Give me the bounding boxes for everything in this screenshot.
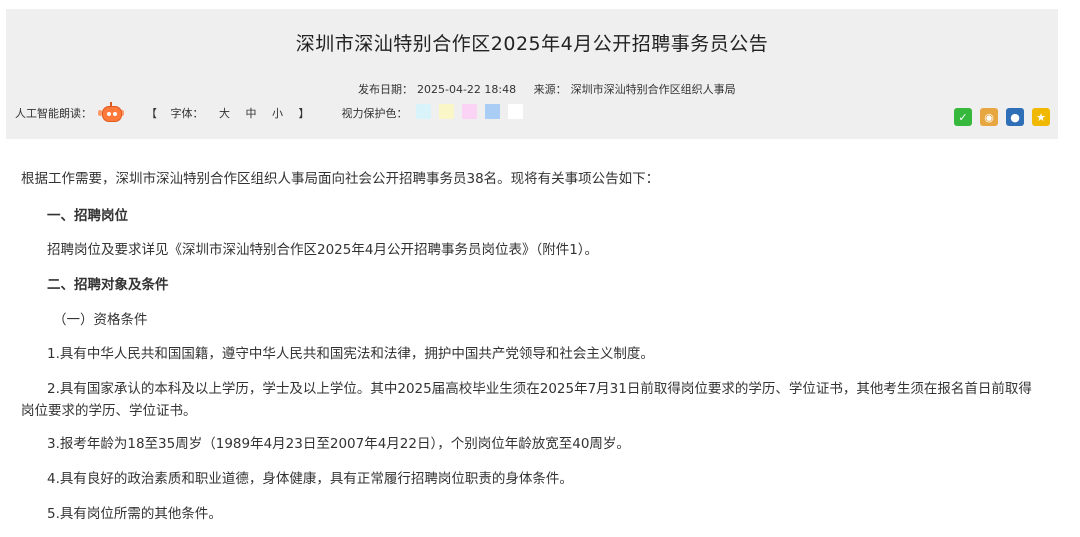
font-size-controls: 【 字体： 大 中 小 】 — [146, 105, 322, 121]
intro-paragraph: 根据工作需要，深圳市深汕特别合作区组织人事局面向社会公开招聘事务员38名。现将有… — [21, 171, 660, 187]
subsection-qualification: （一）资格条件 — [53, 312, 148, 328]
font-small-button[interactable]: 小 — [272, 107, 283, 120]
color-swatch-2[interactable] — [438, 104, 454, 119]
font-label: 字体： — [170, 107, 204, 120]
publish-date: 2025-04-22 18:48 — [417, 83, 517, 96]
positions-paragraph: 招聘岗位及要求详见《深圳市深汕特别合作区2025年4月公开招聘事务员岗位表》（附… — [47, 242, 599, 258]
vision-protect-label: 视力保护色： — [341, 107, 408, 120]
ai-read-label: 人工智能朗读： — [15, 107, 92, 120]
article-meta: 发布日期： 2025-04-22 18:48 来源： 深圳市深汕特别合作区组织人事局 — [358, 81, 740, 97]
color-swatch-1[interactable] — [415, 104, 431, 119]
weibo-icon[interactable]: ◉ — [980, 108, 998, 126]
condition-3: 3.报考年龄为18至35周岁（1989年4月23日至2007年4月22日），个别… — [47, 436, 630, 452]
condition-4: 4.具有良好的政治素质和职业道德，身体健康，具有正常履行招聘岗位职责的身体条件。 — [47, 471, 573, 487]
qq-icon[interactable]: ● — [1006, 108, 1024, 126]
reading-toolbar: 人工智能朗读： 【 字体： 大 中 小 】 视力保护色： — [15, 102, 523, 124]
color-swatch-group — [408, 104, 523, 122]
share-bar: ✓ ◉ ● ★ — [954, 108, 1050, 126]
bracket-open: 【 — [146, 107, 157, 120]
color-swatch-3[interactable] — [461, 104, 477, 119]
source-label: 来源： — [533, 83, 567, 96]
font-large-button[interactable]: 大 — [219, 107, 230, 120]
font-medium-button[interactable]: 中 — [246, 107, 257, 120]
section-heading-positions: 一、招聘岗位 — [47, 208, 128, 224]
condition-1: 1.具有中华人民共和国国籍，遵守中华人民共和国宪法和法律，拥护中国共产党领导和社… — [47, 346, 654, 362]
condition-5: 5.具有岗位所需的其他条件。 — [47, 506, 222, 522]
robot-reader-icon[interactable] — [98, 102, 124, 124]
color-swatch-5[interactable] — [507, 104, 523, 119]
condition-2: 2.具有国家承认的本科及以上学历，学士及以上学位。其中2025届高校毕业生须在2… — [21, 381, 1032, 419]
qzone-icon[interactable]: ★ — [1032, 108, 1050, 126]
source-name: 深圳市深汕特别合作区组织人事局 — [570, 83, 736, 96]
wechat-icon[interactable]: ✓ — [954, 108, 972, 126]
color-swatch-4[interactable] — [484, 104, 500, 119]
section-heading-eligibility: 二、招聘对象及条件 — [47, 277, 169, 293]
page-title: 深圳市深汕特别合作区2025年4月公开招聘事务员公告 — [295, 33, 769, 55]
bracket-close: 】 — [298, 107, 310, 120]
article-header: 深圳市深汕特别合作区2025年4月公开招聘事务员公告 发布日期： 2025-04-… — [6, 9, 1058, 139]
publish-date-label: 发布日期： — [358, 83, 413, 96]
